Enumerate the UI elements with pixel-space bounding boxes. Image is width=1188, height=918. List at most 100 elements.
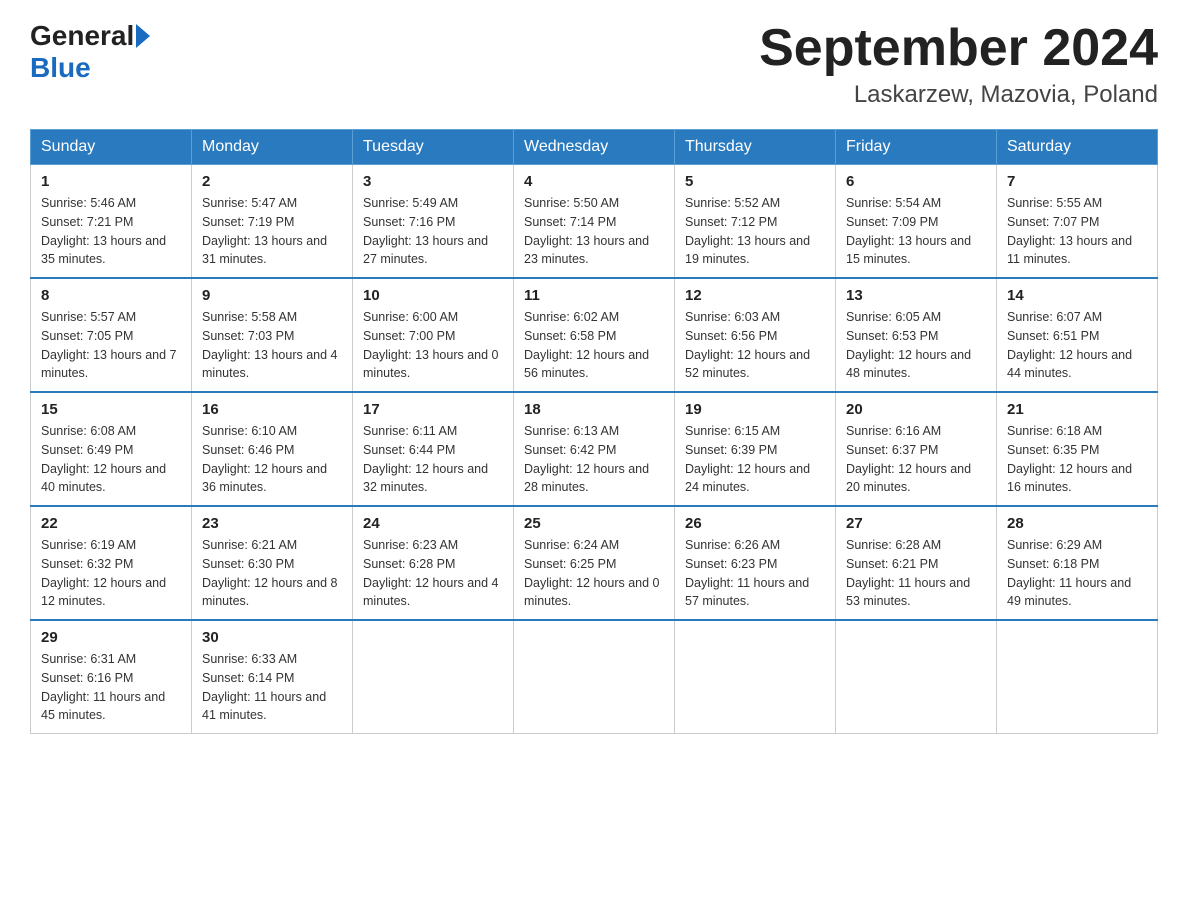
- day-number: 25: [524, 515, 664, 532]
- day-number: 27: [846, 515, 986, 532]
- day-info: Sunrise: 6:07 AMSunset: 6:51 PMDaylight:…: [1007, 308, 1147, 383]
- table-row: 23 Sunrise: 6:21 AMSunset: 6:30 PMDayligh…: [192, 506, 353, 620]
- calendar-table: Sunday Monday Tuesday Wednesday Thursday…: [30, 129, 1158, 734]
- day-info: Sunrise: 6:16 AMSunset: 6:37 PMDaylight:…: [846, 422, 986, 497]
- day-number: 30: [202, 629, 342, 646]
- day-info: Sunrise: 6:28 AMSunset: 6:21 PMDaylight:…: [846, 536, 986, 611]
- table-row: 8 Sunrise: 5:57 AMSunset: 7:05 PMDaylight…: [31, 278, 192, 392]
- day-number: 17: [363, 401, 503, 418]
- table-row: 4 Sunrise: 5:50 AMSunset: 7:14 PMDaylight…: [514, 165, 675, 279]
- day-info: Sunrise: 5:57 AMSunset: 7:05 PMDaylight:…: [41, 308, 181, 383]
- day-number: 9: [202, 287, 342, 304]
- table-row: 11 Sunrise: 6:02 AMSunset: 6:58 PMDayligh…: [514, 278, 675, 392]
- table-row: [353, 620, 514, 734]
- day-info: Sunrise: 6:05 AMSunset: 6:53 PMDaylight:…: [846, 308, 986, 383]
- day-info: Sunrise: 6:00 AMSunset: 7:00 PMDaylight:…: [363, 308, 503, 383]
- calendar-week-row: 22 Sunrise: 6:19 AMSunset: 6:32 PMDayligh…: [31, 506, 1158, 620]
- table-row: 2 Sunrise: 5:47 AMSunset: 7:19 PMDaylight…: [192, 165, 353, 279]
- table-row: [675, 620, 836, 734]
- table-row: 9 Sunrise: 5:58 AMSunset: 7:03 PMDaylight…: [192, 278, 353, 392]
- table-row: 27 Sunrise: 6:28 AMSunset: 6:21 PMDayligh…: [836, 506, 997, 620]
- day-number: 19: [685, 401, 825, 418]
- location-title: Laskarzew, Mazovia, Poland: [759, 81, 1158, 109]
- day-number: 7: [1007, 173, 1147, 190]
- day-info: Sunrise: 5:47 AMSunset: 7:19 PMDaylight:…: [202, 194, 342, 269]
- day-info: Sunrise: 6:15 AMSunset: 6:39 PMDaylight:…: [685, 422, 825, 497]
- day-info: Sunrise: 5:50 AMSunset: 7:14 PMDaylight:…: [524, 194, 664, 269]
- day-info: Sunrise: 6:33 AMSunset: 6:14 PMDaylight:…: [202, 650, 342, 725]
- day-info: Sunrise: 6:21 AMSunset: 6:30 PMDaylight:…: [202, 536, 342, 611]
- day-number: 22: [41, 515, 181, 532]
- day-number: 1: [41, 173, 181, 190]
- day-info: Sunrise: 5:58 AMSunset: 7:03 PMDaylight:…: [202, 308, 342, 383]
- table-row: 12 Sunrise: 6:03 AMSunset: 6:56 PMDayligh…: [675, 278, 836, 392]
- month-title: September 2024: [759, 20, 1158, 77]
- logo-blue-text: Blue: [30, 52, 91, 84]
- table-row: 14 Sunrise: 6:07 AMSunset: 6:51 PMDayligh…: [997, 278, 1158, 392]
- day-number: 29: [41, 629, 181, 646]
- col-sunday: Sunday: [31, 130, 192, 165]
- table-row: 10 Sunrise: 6:00 AMSunset: 7:00 PMDayligh…: [353, 278, 514, 392]
- day-number: 26: [685, 515, 825, 532]
- calendar-week-row: 29 Sunrise: 6:31 AMSunset: 6:16 PMDayligh…: [31, 620, 1158, 734]
- table-row: 29 Sunrise: 6:31 AMSunset: 6:16 PMDayligh…: [31, 620, 192, 734]
- table-row: 16Sunrise: 6:10 AMSunset: 6:46 PMDayligh…: [192, 392, 353, 506]
- day-number: 24: [363, 515, 503, 532]
- day-number: 4: [524, 173, 664, 190]
- table-row: 7 Sunrise: 5:55 AMSunset: 7:07 PMDaylight…: [997, 165, 1158, 279]
- table-row: [514, 620, 675, 734]
- col-friday: Friday: [836, 130, 997, 165]
- day-number: 23: [202, 515, 342, 532]
- day-info: Sunrise: 6:18 AMSunset: 6:35 PMDaylight:…: [1007, 422, 1147, 497]
- table-row: [997, 620, 1158, 734]
- table-row: 13 Sunrise: 6:05 AMSunset: 6:53 PMDayligh…: [836, 278, 997, 392]
- calendar-header-row: Sunday Monday Tuesday Wednesday Thursday…: [31, 130, 1158, 165]
- day-number: 6: [846, 173, 986, 190]
- col-tuesday: Tuesday: [353, 130, 514, 165]
- day-number: 21: [1007, 401, 1147, 418]
- day-number: 14: [1007, 287, 1147, 304]
- day-number: 18: [524, 401, 664, 418]
- day-info: Sunrise: 6:03 AMSunset: 6:56 PMDaylight:…: [685, 308, 825, 383]
- day-info: Sunrise: 5:46 AMSunset: 7:21 PMDaylight:…: [41, 194, 181, 269]
- calendar-week-row: 15 Sunrise: 6:08 AMSunset: 6:49 PMDayligh…: [31, 392, 1158, 506]
- day-info: Sunrise: 6:23 AMSunset: 6:28 PMDaylight:…: [363, 536, 503, 611]
- logo: General Blue: [30, 20, 152, 84]
- day-number: 16: [202, 401, 342, 418]
- day-number: 20: [846, 401, 986, 418]
- day-info: Sunrise: 6:24 AMSunset: 6:25 PMDaylight:…: [524, 536, 664, 611]
- table-row: 15 Sunrise: 6:08 AMSunset: 6:49 PMDayligh…: [31, 392, 192, 506]
- calendar-week-row: 8 Sunrise: 5:57 AMSunset: 7:05 PMDaylight…: [31, 278, 1158, 392]
- day-info: Sunrise: 6:08 AMSunset: 6:49 PMDaylight:…: [41, 422, 181, 497]
- day-info: Sunrise: 5:55 AMSunset: 7:07 PMDaylight:…: [1007, 194, 1147, 269]
- logo-general-text: General: [30, 20, 134, 52]
- day-info: Sunrise: 6:31 AMSunset: 6:16 PMDaylight:…: [41, 650, 181, 725]
- day-info: Sunrise: 6:11 AMSunset: 6:44 PMDaylight:…: [363, 422, 503, 497]
- table-row: 21 Sunrise: 6:18 AMSunset: 6:35 PMDayligh…: [997, 392, 1158, 506]
- day-info: Sunrise: 6:13 AMSunset: 6:42 PMDaylight:…: [524, 422, 664, 497]
- col-thursday: Thursday: [675, 130, 836, 165]
- day-info: Sunrise: 6:02 AMSunset: 6:58 PMDaylight:…: [524, 308, 664, 383]
- table-row: 24 Sunrise: 6:23 AMSunset: 6:28 PMDayligh…: [353, 506, 514, 620]
- day-info: Sunrise: 6:19 AMSunset: 6:32 PMDaylight:…: [41, 536, 181, 611]
- table-row: 18 Sunrise: 6:13 AMSunset: 6:42 PMDayligh…: [514, 392, 675, 506]
- day-number: 2: [202, 173, 342, 190]
- table-row: 5Sunrise: 5:52 AMSunset: 7:12 PMDaylight…: [675, 165, 836, 279]
- day-number: 15: [41, 401, 181, 418]
- day-number: 5: [685, 173, 825, 190]
- day-info: Sunrise: 5:54 AMSunset: 7:09 PMDaylight:…: [846, 194, 986, 269]
- day-info: Sunrise: 5:49 AMSunset: 7:16 PMDaylight:…: [363, 194, 503, 269]
- table-row: 22 Sunrise: 6:19 AMSunset: 6:32 PMDayligh…: [31, 506, 192, 620]
- table-row: 19 Sunrise: 6:15 AMSunset: 6:39 PMDayligh…: [675, 392, 836, 506]
- col-wednesday: Wednesday: [514, 130, 675, 165]
- day-number: 28: [1007, 515, 1147, 532]
- calendar-week-row: 1 Sunrise: 5:46 AMSunset: 7:21 PMDaylight…: [31, 165, 1158, 279]
- day-number: 8: [41, 287, 181, 304]
- day-number: 13: [846, 287, 986, 304]
- day-number: 12: [685, 287, 825, 304]
- day-number: 10: [363, 287, 503, 304]
- day-number: 11: [524, 287, 664, 304]
- logo-arrow-icon: [136, 24, 150, 48]
- table-row: 6 Sunrise: 5:54 AMSunset: 7:09 PMDaylight…: [836, 165, 997, 279]
- day-info: Sunrise: 6:29 AMSunset: 6:18 PMDaylight:…: [1007, 536, 1147, 611]
